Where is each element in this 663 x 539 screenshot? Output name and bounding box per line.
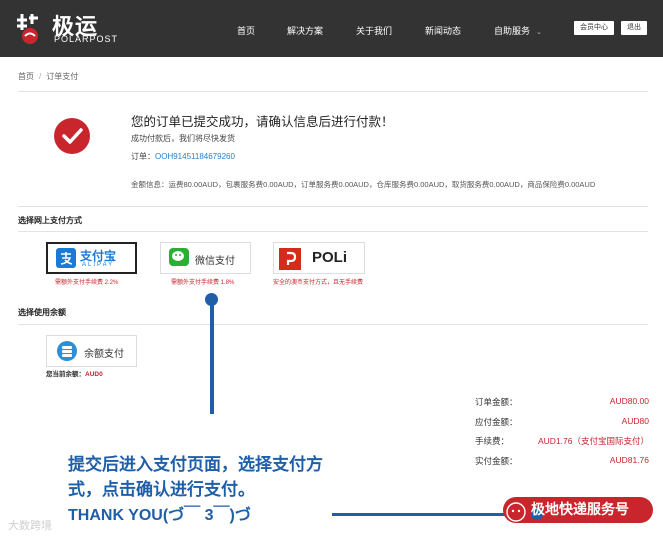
brand-name-en: POLARPOST: [54, 34, 119, 44]
breadcrumb-separator: /: [39, 72, 42, 81]
breadcrumb: 首页 / 订单支付: [18, 71, 78, 82]
nav-item-home[interactable]: 首页: [237, 24, 255, 37]
order-amount-value: AUD80.00: [609, 396, 649, 406]
order-number-label: 订单：: [131, 152, 155, 161]
annotation-text: 提交后进入支付页面，选择支付方式，点击确认进行支付。: [68, 455, 323, 499]
coin-stack-icon: [56, 340, 78, 367]
payable-amount-value: AUD80: [621, 416, 649, 426]
order-amount-label: 订单金额：: [475, 397, 518, 407]
alipay-option[interactable]: 支付宝 ALIPAY: [46, 242, 137, 274]
online-payment-title: 选择网上支付方式: [18, 216, 82, 225]
nav-item-self-service-label: 自助服务: [494, 26, 531, 36]
polarpost-logo-icon[interactable]: [14, 10, 50, 46]
nav-item-solutions[interactable]: 解决方案: [287, 24, 323, 37]
nav-item-news[interactable]: 新闻动态: [425, 24, 461, 37]
payable-amount-label: 应付金额：: [475, 417, 518, 427]
alipay-fee-note: 需额外支付手续费 2.2%: [55, 280, 119, 286]
balance-pay-label: 余额支付: [84, 349, 124, 360]
paid-amount-row: 实付金额： AUD81.76: [475, 455, 649, 471]
handling-fee-label: 手续费：: [475, 436, 510, 446]
success-check-icon: [54, 118, 90, 154]
balance-payment-divider: [18, 324, 648, 325]
section-divider: [18, 206, 648, 207]
success-subtitle: 成功付款后，我们将尽快发货: [131, 134, 235, 143]
watermark-left: 大数跨境: [8, 520, 52, 532]
current-balance: 您当前余额：AUD0: [46, 368, 103, 378]
balance-pay-option[interactable]: 余额支付: [46, 335, 137, 367]
poli-label: POLi: [312, 249, 348, 266]
nav-item-self-service[interactable]: 自助服务 ⌄: [494, 24, 542, 37]
annotation-thanks: THANK YOU(づ￣ 3￣)づ: [68, 507, 251, 524]
paid-amount-label: 实付金额：: [475, 456, 518, 466]
payable-amount-row: 应付金额： AUD80: [475, 416, 649, 432]
chevron-down-icon: ⌄: [536, 29, 542, 36]
order-number-link[interactable]: OOH91451184679260: [155, 152, 235, 161]
poli-option[interactable]: POLi: [273, 242, 365, 274]
alipay-logo-icon: [56, 248, 76, 273]
success-title: 您的订单已提交成功，请确认信息后进行付款！: [131, 115, 394, 129]
wechat-pay-label: 微信支付: [195, 256, 235, 267]
breadcrumb-home[interactable]: 首页: [18, 72, 34, 81]
current-balance-value: AUD0: [85, 371, 103, 378]
breadcrumb-divider: [18, 91, 648, 92]
order-amount-row: 订单金额： AUD80.00: [475, 396, 649, 412]
top-nav: 极运 POLARPOST 首页 解决方案 关于我们 新闻动态 自助服务 ⌄ 会员中…: [0, 0, 663, 57]
wechat-logo-icon: [169, 248, 189, 271]
wechat-official-icon: [506, 502, 526, 527]
paid-amount-value: AUD81.76: [609, 455, 649, 465]
nav-item-about[interactable]: 关于我们: [356, 24, 392, 37]
annotation-pointer-line: [210, 297, 214, 414]
alipay-sublabel: ALIPAY: [82, 262, 115, 268]
member-center-button[interactable]: 会员中心: [574, 21, 614, 35]
wechat-pay-option[interactable]: 微信支付: [160, 242, 251, 274]
wechat-fee-note: 需额外支付手续费 1.8%: [171, 280, 235, 286]
order-number-line: 订单：OOH91451184679260: [131, 151, 235, 162]
online-payment-divider: [18, 231, 648, 232]
poli-fee-note: 安全的澳币支付方式，且无手续费: [273, 280, 364, 286]
handling-fee-value: AUD1.76（支付宝国际支付）: [538, 436, 649, 446]
fee-details: 金额信息：运费80.00AUD，包裹服务费0.00AUD，订单服务费0.00AU…: [131, 180, 596, 189]
watermark-right: 极地快递服务号: [531, 501, 629, 517]
current-balance-label: 您当前余额：: [46, 371, 85, 378]
annotation-pointer-dot: [205, 293, 218, 306]
balance-payment-title: 选择使用余额: [18, 308, 66, 317]
poli-logo-icon: [279, 248, 301, 270]
logout-button[interactable]: 退出: [621, 21, 647, 35]
handling-fee-row: 手续费： AUD1.76（支付宝国际支付）: [475, 435, 649, 451]
breadcrumb-current: 订单支付: [46, 72, 79, 81]
